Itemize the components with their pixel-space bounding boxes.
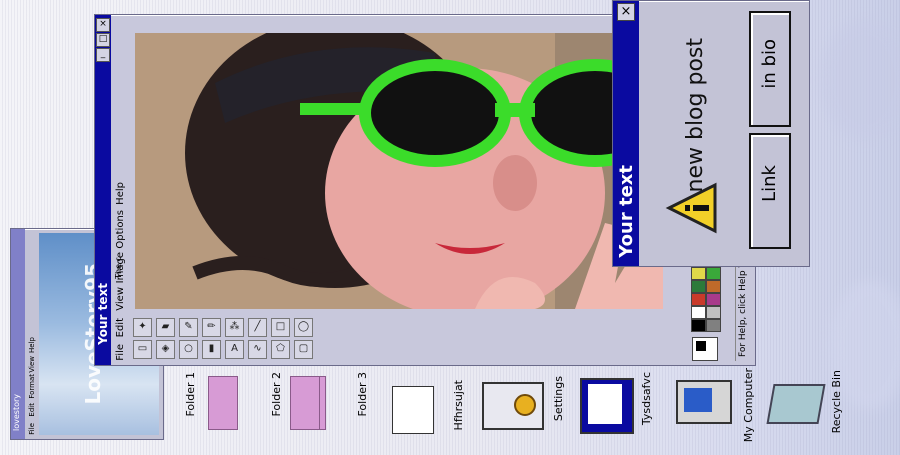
pencil-tool[interactable]: ✏ — [202, 318, 221, 337]
current-colors — [692, 337, 718, 361]
dialog-title: Your text — [616, 165, 637, 258]
color-swatch[interactable] — [706, 267, 721, 280]
document-icon — [392, 386, 434, 434]
browser-strip: The c — [113, 255, 127, 365]
icon-label: Folder 3 — [356, 372, 369, 417]
ellipse-tool[interactable]: ◯ — [294, 318, 313, 337]
desktop-icon-folder-1[interactable]: Folder 1 — [180, 368, 260, 448]
color-swatch[interactable] — [706, 280, 721, 293]
icon-label: Folder 1 — [184, 372, 197, 417]
folder-icon — [290, 376, 320, 430]
desktop-icon-tysdsafvc[interactable]: Tysdsafvc — [580, 372, 660, 452]
rectangle-tool[interactable]: □ — [271, 318, 290, 337]
paint-maximize-button[interactable]: □ — [96, 33, 110, 47]
picker-tool[interactable]: ✎ — [179, 318, 198, 337]
icon-label: Tysdsafvc — [640, 372, 653, 426]
paint-minimize-button[interactable]: _ — [96, 48, 110, 62]
curve-tool[interactable]: ∿ — [248, 340, 267, 359]
notepad-menubar: File Edit Format View Help — [27, 229, 39, 439]
line-tool[interactable]: ╱ — [248, 318, 267, 337]
color-swatch[interactable] — [691, 267, 706, 280]
airbrush-tool[interactable]: ⁂ — [225, 318, 244, 337]
paint-title: Your text — [96, 283, 110, 345]
paint-status-text: For Help, click Help T — [738, 261, 748, 357]
polygon-tool[interactable]: ⬠ — [271, 340, 290, 359]
rounded-rect-tool[interactable]: ▢ — [294, 340, 313, 359]
blog-dialog[interactable]: Your text × new blog post Link in bio — [612, 0, 810, 267]
selfie-image — [135, 33, 663, 309]
recycle-bin-icon — [766, 384, 826, 424]
in-bio-button[interactable]: in bio — [749, 11, 791, 127]
paint-titlebar[interactable]: Your text × □ _ — [95, 15, 111, 365]
dialog-titlebar[interactable]: Your text × — [613, 1, 639, 266]
icon-label: Hfhrsujat — [452, 380, 465, 431]
desktop-icon-document[interactable]: Hfhrsujat — [392, 380, 472, 452]
icon-label: Settings — [552, 376, 565, 422]
color-swatch[interactable] — [691, 280, 706, 293]
color-swatch[interactable] — [691, 319, 706, 332]
select-rect-tool[interactable]: ▭ — [133, 340, 152, 359]
notepad-titlebar[interactable]: lovestory — [11, 229, 25, 439]
paint-toolbox: ✦ ▭ ▰ ◈ ✎ ○ ✏ ▮ ⁂ A ╱ ∿ □ ⬠ ◯ ▢ — [131, 315, 321, 363]
link-button-label: Link — [759, 165, 780, 202]
color-swatch[interactable] — [691, 306, 706, 319]
window-icon — [580, 378, 634, 434]
folder-icon — [208, 376, 238, 430]
computer-icon — [676, 380, 732, 424]
paint-menu-help[interactable]: Help — [115, 182, 126, 205]
notepad-title: lovestory — [12, 394, 21, 431]
paint-close-button[interactable]: × — [96, 18, 110, 32]
notepad-menu-format[interactable]: Format — [28, 374, 36, 399]
notepad-menu-file[interactable]: File — [28, 423, 36, 435]
cloud-decoration — [820, 20, 900, 140]
color-swatch[interactable] — [706, 319, 721, 332]
icon-label: Folder 2 — [270, 372, 283, 417]
dialog-message: new blog post — [683, 37, 708, 192]
color-swatch[interactable] — [691, 293, 706, 306]
color-swatch[interactable] — [706, 306, 721, 319]
text-tool[interactable]: A — [225, 340, 244, 359]
link-button[interactable]: Link — [749, 133, 791, 249]
desktop-icon-my-computer[interactable]: My Computer — [672, 368, 762, 452]
fill-tool[interactable]: ◈ — [156, 340, 175, 359]
eraser-tool[interactable]: ▰ — [156, 318, 175, 337]
magnifier-tool[interactable]: ○ — [179, 340, 198, 359]
color-swatch[interactable] — [706, 293, 721, 306]
desktop-icon-settings[interactable]: Settings — [482, 376, 572, 452]
in-bio-button-label: in bio — [759, 39, 780, 89]
settings-icon — [482, 382, 544, 430]
select-free-tool[interactable]: ✦ — [133, 318, 152, 337]
dialog-close-button[interactable]: × — [617, 3, 635, 21]
icon-label: My Computer — [742, 368, 755, 443]
notepad-menu-edit[interactable]: Edit — [28, 403, 36, 417]
icon-label: Recycle Bin — [830, 370, 843, 434]
desktop-icon-recycle-bin[interactable]: Recycle Bin — [766, 370, 870, 452]
paint-menu-options[interactable]: Options — [115, 210, 126, 249]
notepad-menu-view[interactable]: View — [28, 356, 36, 373]
paint-canvas[interactable] — [135, 33, 663, 309]
browser-strip-label-1: The c — [114, 257, 123, 279]
notepad-menu-help[interactable]: Help — [28, 337, 36, 353]
brush-tool[interactable]: ▮ — [202, 340, 221, 359]
